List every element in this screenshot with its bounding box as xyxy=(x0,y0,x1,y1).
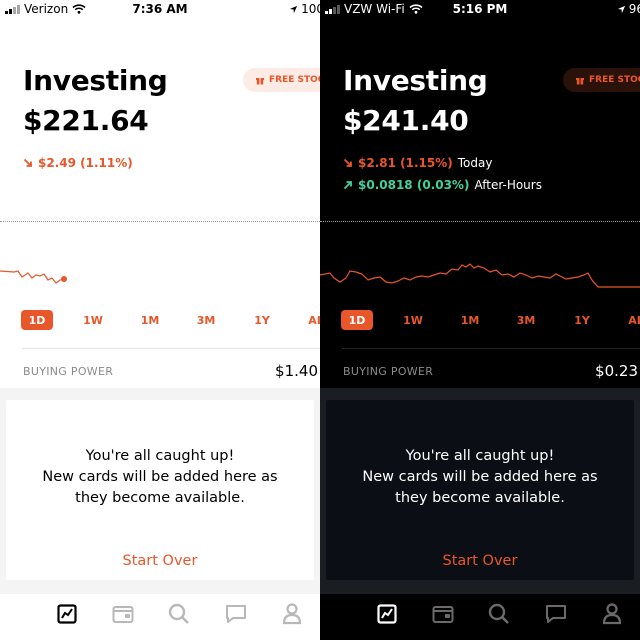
tab-portfolio[interactable] xyxy=(55,602,79,626)
light-panel: Verizon 7:36 AM 100 Investing $221.64 FR… xyxy=(0,0,320,640)
tab-wallet[interactable] xyxy=(111,602,135,626)
range-1m[interactable]: 1M xyxy=(134,310,166,330)
gift-icon xyxy=(576,78,584,85)
tab-wallet[interactable] xyxy=(431,602,455,626)
day-change: $2.49 (1.11%) xyxy=(23,156,133,170)
free-stock-label: FREE STOC xyxy=(589,75,640,85)
status-time: 7:36 AM xyxy=(132,2,188,16)
range-3m[interactable]: 3M xyxy=(190,310,222,330)
arrow-up-right-icon xyxy=(343,181,352,190)
tab-messages[interactable] xyxy=(224,602,248,626)
after-hours-label: After-Hours xyxy=(474,178,542,192)
messages-icon xyxy=(226,605,246,623)
price-chart[interactable] xyxy=(320,250,640,300)
day-change-amount: $2.81 (1.15%) xyxy=(358,156,453,170)
messages-icon xyxy=(546,605,566,623)
page-title: Investing xyxy=(23,64,168,97)
chart-current-point xyxy=(61,276,67,282)
account-icon xyxy=(282,603,302,625)
range-1d[interactable]: 1D xyxy=(21,310,53,330)
range-1d[interactable]: 1D xyxy=(341,310,373,330)
range-3m[interactable]: 3M xyxy=(510,310,542,330)
price-chart[interactable] xyxy=(0,250,320,300)
location-arrow-icon xyxy=(617,5,625,13)
tab-account[interactable] xyxy=(600,602,624,626)
range-1w[interactable]: 1W xyxy=(77,310,109,330)
time-range-selector: 1D 1W 1M 3M 1Y AL xyxy=(320,310,640,330)
account-icon xyxy=(602,603,622,625)
cards-area: You're all caught up! New cards will be … xyxy=(0,388,320,594)
previous-close-line xyxy=(320,221,640,222)
status-right: 100 xyxy=(289,2,320,16)
cards-area: You're all caught up! New cards will be … xyxy=(320,388,640,594)
tab-search[interactable] xyxy=(487,602,511,626)
free-stock-label: FREE STOC xyxy=(269,75,320,85)
caught-up-line-3: they become available. xyxy=(75,490,245,506)
status-right: 96 xyxy=(617,2,640,16)
tab-account[interactable] xyxy=(280,602,304,626)
wallet-icon xyxy=(432,606,454,623)
caught-up-line-2: New cards will be added here as xyxy=(362,469,598,485)
gift-icon xyxy=(256,78,264,85)
range-all[interactable]: AL xyxy=(620,310,640,330)
portfolio-balance: $221.64 xyxy=(23,104,149,137)
caught-up-card: You're all caught up! New cards will be … xyxy=(6,400,314,580)
battery-percent: 100 xyxy=(301,2,320,16)
buying-power-label: BUYING POWER xyxy=(343,365,434,378)
caught-up-line-2: New cards will be added here as xyxy=(42,469,278,485)
range-1m[interactable]: 1M xyxy=(454,310,486,330)
location-arrow-icon xyxy=(289,5,298,13)
start-over-button[interactable]: Start Over xyxy=(6,553,314,569)
status-time: 5:16 PM xyxy=(452,2,508,16)
range-1y[interactable]: 1Y xyxy=(246,310,278,330)
range-1y[interactable]: 1Y xyxy=(566,310,598,330)
buying-power-value[interactable]: $0.23 xyxy=(595,362,638,380)
caught-up-line-3: they become available. xyxy=(395,490,565,506)
day-change-amount: $2.49 (1.11%) xyxy=(38,156,133,170)
free-stock-button[interactable]: FREE STOC xyxy=(563,68,640,92)
page-title: Investing xyxy=(343,64,488,97)
divider xyxy=(22,348,320,349)
day-change: $2.81 (1.15%) Today xyxy=(343,156,492,170)
tab-bar xyxy=(0,594,320,640)
tab-messages[interactable] xyxy=(544,602,568,626)
caught-up-line-1: You're all caught up! xyxy=(405,448,555,464)
search-icon xyxy=(168,603,189,624)
tab-bar xyxy=(320,594,640,640)
start-over-button[interactable]: Start Over xyxy=(326,553,634,569)
portfolio-icon xyxy=(377,604,397,624)
battery-percent: 96 xyxy=(628,2,640,16)
tab-search[interactable] xyxy=(167,602,191,626)
search-icon xyxy=(488,603,509,624)
arrow-down-right-icon xyxy=(23,158,32,167)
caught-up-message: You're all caught up! New cards will be … xyxy=(326,446,634,509)
portfolio-balance: $241.40 xyxy=(343,104,469,137)
dark-panel: VZW Wi-Fi 5:16 PM 96 Investing $241.40 F… xyxy=(320,0,640,640)
caught-up-line-1: You're all caught up! xyxy=(85,448,235,464)
buying-power-value[interactable]: $1.40 xyxy=(275,362,318,380)
day-change-label: Today xyxy=(457,156,493,170)
range-all[interactable]: AL xyxy=(300,310,320,330)
free-stock-button[interactable]: FREE STOC xyxy=(243,68,320,92)
after-hours-amount: $0.0818 (0.03%) xyxy=(358,178,470,192)
status-bar: Verizon 7:36 AM 100 xyxy=(0,0,320,20)
wallet-icon xyxy=(112,606,134,623)
status-bar: VZW Wi-Fi 5:16 PM 96 xyxy=(320,0,640,20)
divider xyxy=(342,348,640,349)
range-1w[interactable]: 1W xyxy=(397,310,429,330)
buying-power-label: BUYING POWER xyxy=(23,365,114,378)
time-range-selector: 1D 1W 1M 3M 1Y AL xyxy=(0,310,320,330)
after-hours-change: $0.0818 (0.03%) After-Hours xyxy=(343,178,542,192)
arrow-down-right-icon xyxy=(343,158,352,167)
caught-up-card: You're all caught up! New cards will be … xyxy=(326,400,634,580)
portfolio-icon xyxy=(57,604,77,624)
previous-close-line xyxy=(0,221,320,222)
tab-portfolio[interactable] xyxy=(375,602,399,626)
caught-up-message: You're all caught up! New cards will be … xyxy=(6,446,314,509)
